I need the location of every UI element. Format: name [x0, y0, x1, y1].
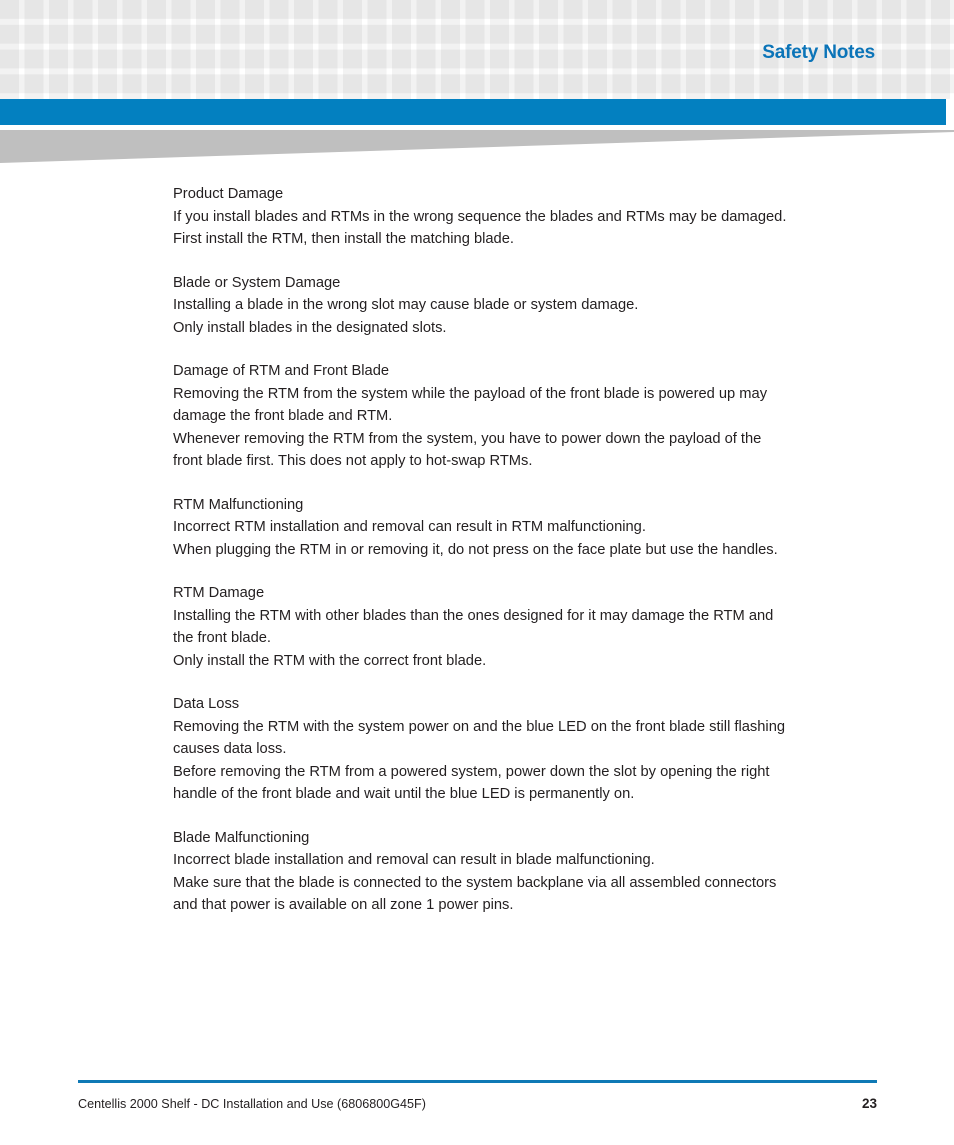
note-line: Incorrect RTM installation and removal c…	[173, 519, 646, 535]
note-title: Blade or System Damage	[173, 274, 341, 291]
note-line: damage the front blade and RTM.	[173, 408, 393, 424]
note-title: Product Damage	[173, 186, 284, 202]
note-block: Product Damage If you install blades and…	[173, 183, 885, 251]
note-line: Installing the RTM with other blades tha…	[173, 607, 774, 624]
note-title: Damage of RTM and Front Blade	[173, 363, 390, 379]
note-title: Data Loss	[173, 696, 240, 712]
note-block: RTM Damage Installing the RTM with other…	[173, 582, 885, 672]
note-title: RTM Damage	[173, 585, 265, 601]
safety-notes-list: Product Damage If you install blades and…	[173, 183, 885, 938]
note-line: Incorrect blade installation and removal…	[173, 852, 655, 868]
note-block: Data Loss Removing the RTM with the syst…	[173, 693, 885, 806]
note-line: Make sure that the blade is connected to…	[173, 874, 777, 891]
note-line: handle of the front blade and wait until…	[173, 786, 635, 802]
note-line: When plugging the RTM in or removing it,…	[173, 541, 778, 558]
note-block: Damage of RTM and Front Blade Removing t…	[173, 360, 885, 473]
note-line: Only install the RTM with the correct fr…	[173, 652, 487, 669]
header-blue-band	[0, 99, 946, 125]
note-line: and that power is available on all zone …	[173, 897, 514, 913]
note-title: RTM Malfunctioning	[173, 496, 304, 513]
page-footer: Centellis 2000 Shelf - DC Installation a…	[0, 1080, 954, 1145]
note-block: RTM Malfunctioning Incorrect RTM install…	[173, 494, 885, 562]
footer-divider	[78, 1080, 877, 1083]
header-gray-wedge	[0, 130, 954, 166]
note-line: Removing the RTM with the system power o…	[173, 718, 786, 735]
note-line: Installing a blade in the wrong slot may…	[173, 297, 639, 313]
note-line: the front blade.	[173, 630, 271, 646]
note-line: If you install blades and RTMs in the wr…	[173, 208, 787, 225]
note-line: front blade first. This does not apply t…	[173, 453, 533, 469]
note-line: Only install blades in the designated sl…	[173, 319, 447, 336]
note-line: causes data loss.	[173, 741, 287, 757]
note-line: Removing the RTM from the system while t…	[173, 385, 768, 402]
page-title: Safety Notes	[762, 42, 875, 63]
note-line: Whenever removing the RTM from the syste…	[173, 430, 762, 447]
note-block: Blade Malfunctioning Incorrect blade ins…	[173, 827, 885, 917]
note-line: Before removing the RTM from a powered s…	[173, 763, 770, 780]
note-title: Blade Malfunctioning	[173, 829, 310, 846]
page-header: Safety Notes	[0, 0, 954, 99]
footer-page-number: 23	[861, 1096, 877, 1111]
note-line: First install the RTM, then install the …	[173, 231, 514, 247]
note-block: Blade or System Damage Installing a blad…	[173, 272, 885, 340]
